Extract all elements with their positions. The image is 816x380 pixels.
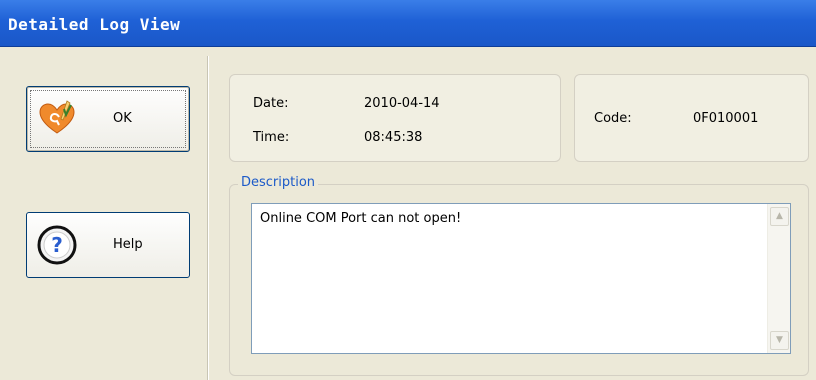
window-title: Detailed Log View <box>8 15 181 34</box>
code-label: Code: <box>594 111 632 126</box>
question-mark-icon: ? <box>37 225 77 265</box>
date-label: Date: <box>253 96 289 111</box>
code-value: 0F010001 <box>693 111 759 126</box>
scroll-up-icon[interactable]: ▲ <box>770 207 789 226</box>
svg-text:?: ? <box>51 233 63 257</box>
description-text: Online COM Port can not open! <box>260 211 462 226</box>
pane-divider <box>207 56 208 380</box>
scroll-down-icon[interactable]: ▼ <box>770 331 789 350</box>
heart-check-icon <box>37 99 77 139</box>
help-button[interactable]: ? Help <box>26 212 190 278</box>
date-time-panel <box>229 74 561 162</box>
time-label: Time: <box>253 130 290 145</box>
ok-button-label: OK <box>113 111 132 126</box>
time-value: 08:45:38 <box>364 130 423 145</box>
title-bar[interactable]: Detailed Log View <box>0 0 816 47</box>
help-button-label: Help <box>113 237 143 252</box>
description-textarea[interactable]: Online COM Port can not open! ▲ ▼ <box>251 203 791 354</box>
vertical-scrollbar[interactable]: ▲ ▼ <box>767 204 790 353</box>
ok-button[interactable]: OK <box>26 86 190 152</box>
date-value: 2010-04-14 <box>364 96 440 111</box>
description-legend: Description <box>238 175 319 190</box>
